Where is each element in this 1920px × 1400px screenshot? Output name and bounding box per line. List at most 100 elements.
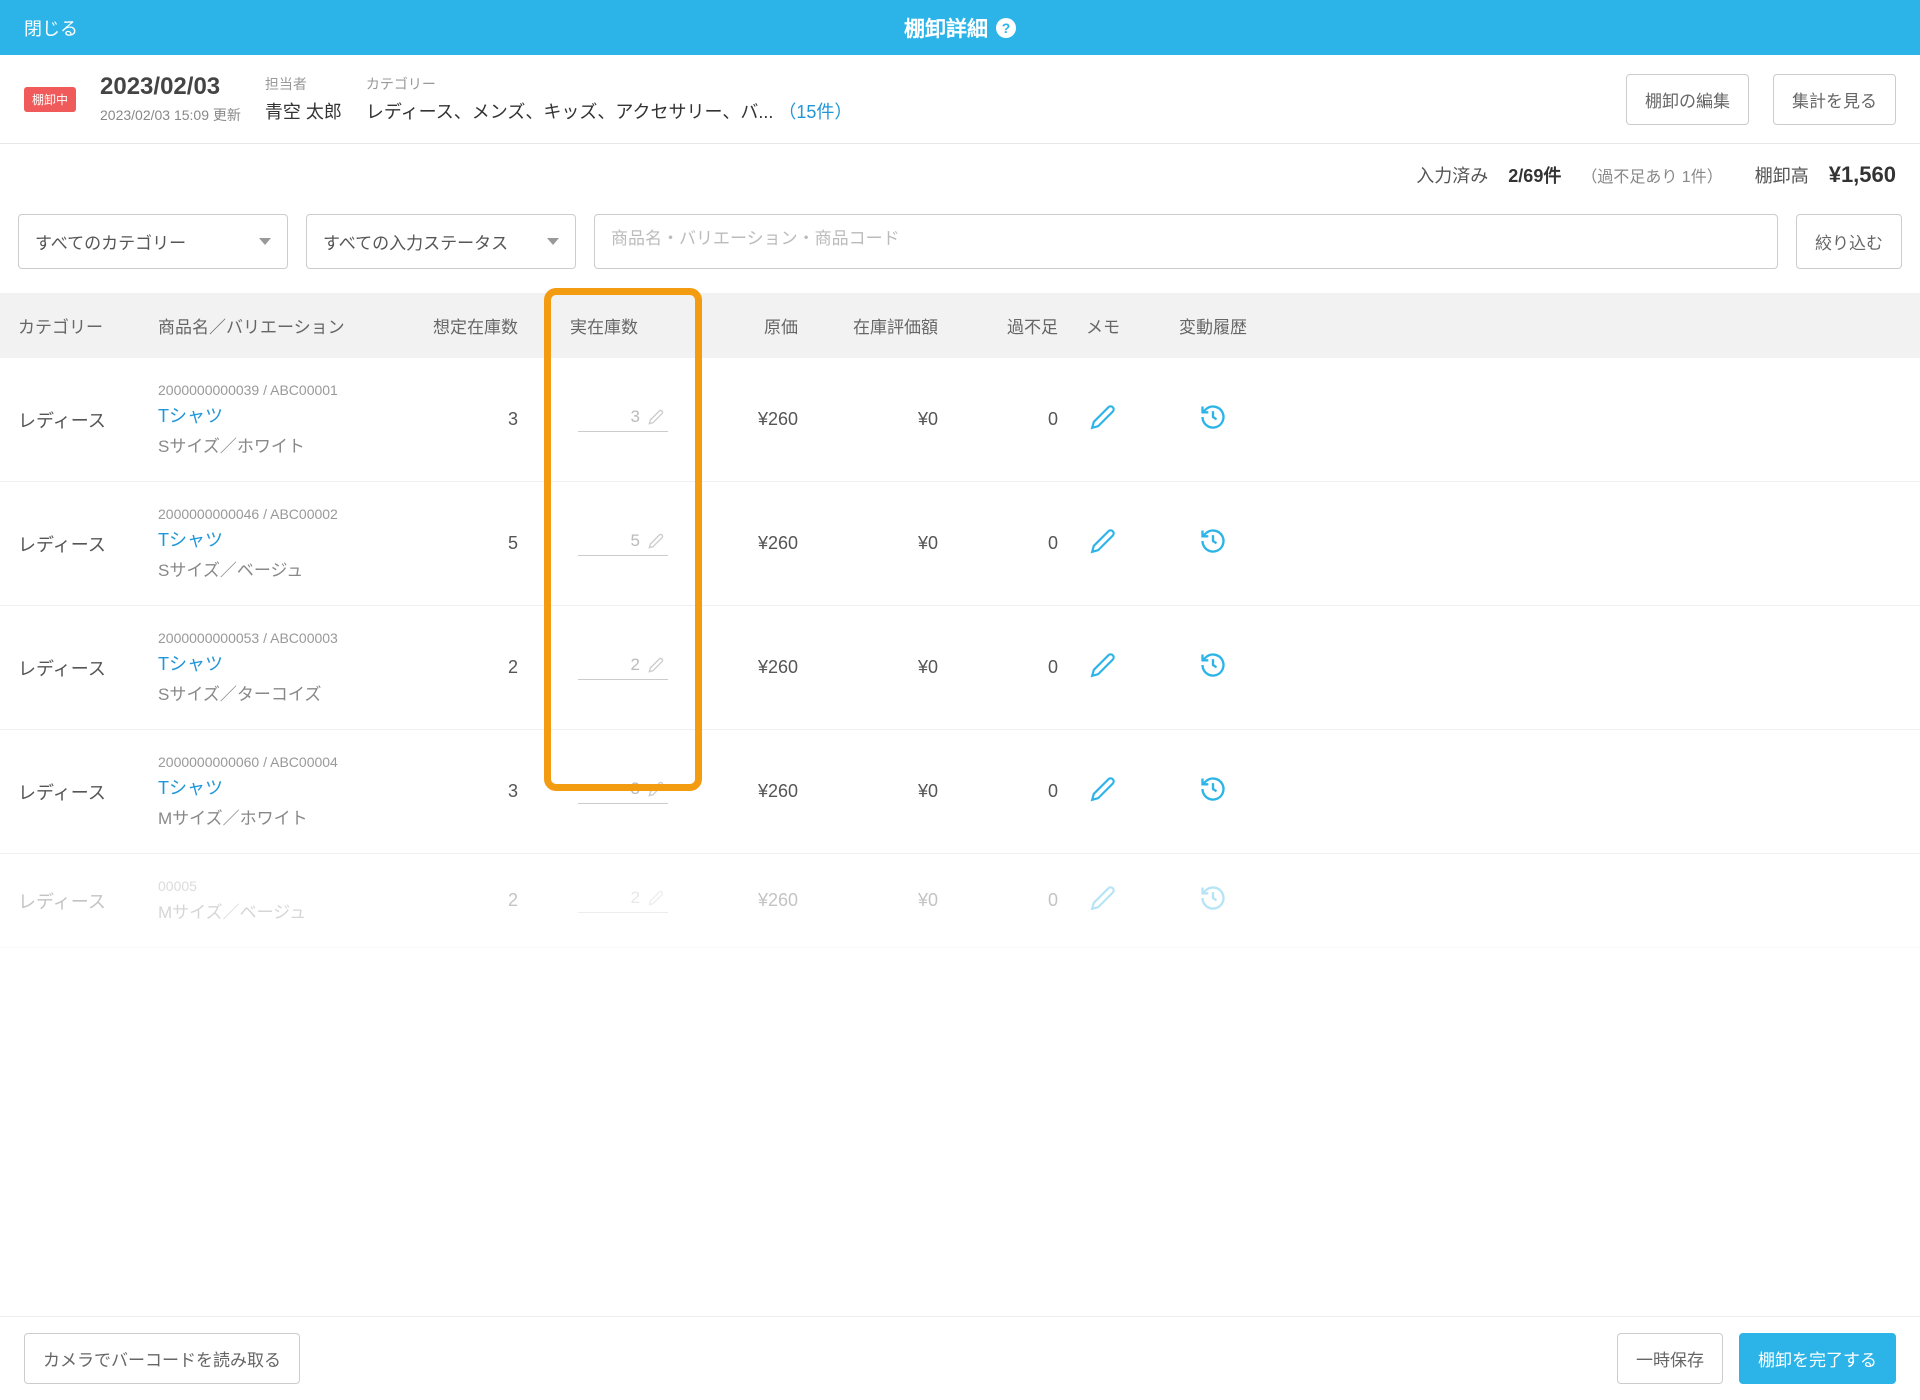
total-label: 棚卸高	[1755, 162, 1809, 188]
cell-diff: 0	[938, 533, 1058, 554]
cell-diff: 0	[938, 409, 1058, 430]
table-header: カテゴリー 商品名／バリエーション 想定在庫数 実在庫数 原価 在庫評価額 過不…	[0, 293, 1920, 358]
cell-product: 2000000000039 / ABC00001 Tシャツ Sサイズ／ホワイト	[158, 382, 408, 457]
cell-history	[1148, 775, 1278, 808]
cell-diff: 0	[938, 781, 1058, 802]
date-updated: 2023/02/03 15:09 更新	[100, 105, 241, 125]
cell-memo	[1058, 528, 1148, 559]
filter-button[interactable]: 絞り込む	[1796, 214, 1902, 269]
cell-cost: ¥260	[668, 409, 798, 430]
cell-cost: ¥260	[668, 890, 798, 911]
chevron-down-icon	[259, 238, 271, 245]
date-main: 2023/02/03	[100, 73, 241, 101]
person-label: 担当者	[265, 74, 342, 94]
cell-history	[1148, 651, 1278, 684]
history-icon[interactable]	[1199, 527, 1227, 555]
status-badge: 棚卸中	[24, 87, 76, 112]
view-summary-button[interactable]: 集計を見る	[1773, 74, 1896, 125]
cell-product: 2000000000053 / ABC00003 Tシャツ Sサイズ／ターコイズ	[158, 630, 408, 705]
search-input[interactable]	[611, 229, 1761, 249]
cell-diff: 0	[938, 890, 1058, 911]
product-code: 2000000000046 / ABC00002	[158, 506, 408, 522]
cell-actual[interactable]: 2	[518, 888, 668, 913]
cell-category: レディース	[18, 531, 158, 557]
cell-category: レディース	[18, 407, 158, 433]
edit-inventory-button[interactable]: 棚卸の編集	[1626, 74, 1749, 125]
cell-valuation: ¥0	[798, 409, 938, 430]
cell-history	[1148, 884, 1278, 917]
product-variation: Mサイズ／ホワイト	[158, 804, 408, 829]
category-select[interactable]: すべてのカテゴリー	[18, 214, 288, 269]
edit-memo-icon[interactable]	[1090, 652, 1116, 678]
edit-memo-icon[interactable]	[1090, 528, 1116, 554]
edit-memo-icon[interactable]	[1090, 885, 1116, 911]
history-icon[interactable]	[1199, 651, 1227, 679]
status-select[interactable]: すべての入力ステータス	[306, 214, 576, 269]
table-row: レディース 2000000000039 / ABC00001 Tシャツ Sサイズ…	[0, 358, 1920, 482]
category-label: カテゴリー	[366, 74, 1602, 94]
date-block: 2023/02/03 2023/02/03 15:09 更新	[100, 73, 241, 125]
cell-category: レディース	[18, 655, 158, 681]
chevron-down-icon	[547, 238, 559, 245]
total-value: ¥1,560	[1829, 162, 1896, 188]
actual-value: 2	[631, 655, 640, 675]
cell-actual[interactable]: 3	[518, 407, 668, 432]
actual-value: 2	[631, 888, 640, 908]
save-draft-button[interactable]: 一時保存	[1617, 1333, 1723, 1384]
cell-expected: 3	[408, 781, 518, 802]
cell-expected: 2	[408, 657, 518, 678]
category-text: レディース、メンズ、キッズ、アクセサリー、バ...	[366, 102, 773, 122]
product-name[interactable]: Tシャツ	[158, 402, 408, 428]
th-valuation: 在庫評価額	[798, 313, 938, 338]
product-variation: Sサイズ／ベージュ	[158, 556, 408, 581]
cell-memo	[1058, 404, 1148, 435]
help-icon[interactable]: ?	[996, 18, 1016, 38]
actual-value: 3	[631, 407, 640, 427]
page-title: 棚卸詳細 ?	[904, 13, 1016, 43]
entered-label: 入力済み	[1416, 162, 1488, 188]
cell-product: 2000000000060 / ABC00004 Tシャツ Mサイズ／ホワイト	[158, 754, 408, 829]
close-button[interactable]: 閉じる	[24, 15, 78, 41]
history-icon[interactable]	[1199, 403, 1227, 431]
diff-note: （過不足あり 1件）	[1581, 163, 1722, 187]
th-expected: 想定在庫数	[408, 313, 518, 338]
edit-memo-icon[interactable]	[1090, 776, 1116, 802]
product-code: 2000000000060 / ABC00004	[158, 754, 408, 770]
category-count[interactable]: （15件）	[778, 102, 852, 122]
person-block: 担当者 青空 太郎	[265, 74, 342, 124]
th-category: カテゴリー	[18, 313, 158, 338]
cell-valuation: ¥0	[798, 533, 938, 554]
search-input-wrapper	[594, 214, 1778, 269]
edit-memo-icon[interactable]	[1090, 404, 1116, 430]
cell-actual[interactable]: 5	[518, 531, 668, 556]
cell-actual[interactable]: 3	[518, 779, 668, 804]
footer-bar: カメラでバーコードを読み取る 一時保存 棚卸を完了する	[0, 1316, 1920, 1400]
product-name[interactable]: Tシャツ	[158, 650, 408, 676]
cell-diff: 0	[938, 657, 1058, 678]
cell-cost: ¥260	[668, 533, 798, 554]
table-row: レディース 2000000000060 / ABC00004 Tシャツ Mサイズ…	[0, 730, 1920, 854]
th-product: 商品名／バリエーション	[158, 313, 408, 338]
th-memo: メモ	[1058, 313, 1148, 338]
complete-button[interactable]: 棚卸を完了する	[1739, 1333, 1896, 1384]
product-variation: Sサイズ／ターコイズ	[158, 680, 408, 705]
th-history: 変動履歴	[1148, 313, 1278, 338]
product-name[interactable]: Tシャツ	[158, 774, 408, 800]
cell-category: レディース	[18, 888, 158, 914]
category-block: カテゴリー レディース、メンズ、キッズ、アクセサリー、バ... （15件）	[366, 74, 1602, 124]
history-icon[interactable]	[1199, 884, 1227, 912]
cell-product: 00005 Mサイズ／ベージュ	[158, 878, 408, 923]
table: カテゴリー 商品名／バリエーション 想定在庫数 実在庫数 原価 在庫評価額 過不…	[0, 293, 1920, 948]
product-variation: Sサイズ／ホワイト	[158, 432, 408, 457]
product-name[interactable]: Tシャツ	[158, 526, 408, 552]
product-variation: Mサイズ／ベージュ	[158, 898, 408, 923]
cell-actual[interactable]: 2	[518, 655, 668, 680]
actual-value: 3	[631, 779, 640, 799]
filter-row: すべてのカテゴリー すべての入力ステータス 絞り込む	[0, 206, 1920, 293]
cell-memo	[1058, 776, 1148, 807]
product-code: 2000000000039 / ABC00001	[158, 382, 408, 398]
actual-value: 5	[631, 531, 640, 551]
person-value: 青空 太郎	[265, 98, 342, 124]
history-icon[interactable]	[1199, 775, 1227, 803]
barcode-button[interactable]: カメラでバーコードを読み取る	[24, 1333, 300, 1384]
